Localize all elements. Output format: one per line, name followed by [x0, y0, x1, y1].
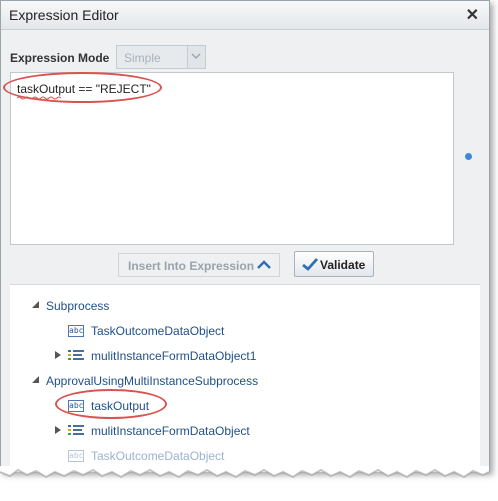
expression-mode-label: Expression Mode	[10, 51, 110, 65]
validate-button-label: Validate	[320, 258, 366, 272]
chevron-down-icon[interactable]	[187, 46, 205, 68]
expanded-triangle-icon[interactable]	[32, 376, 40, 384]
tree-node-task-outcome-2[interactable]: TaskOutcomeDataObject	[91, 449, 224, 463]
chevron-up-icon	[257, 260, 271, 269]
form-object-icon	[68, 425, 84, 437]
checkmark-icon	[302, 258, 318, 271]
tree-node-task-outcome[interactable]: TaskOutcomeDataObject	[91, 324, 224, 338]
collapsed-triangle-icon[interactable]	[54, 351, 62, 359]
dialog-body: Expression Mode Simple taskOutput == "RE…	[1, 30, 489, 472]
collapsed-triangle-icon[interactable]	[54, 426, 62, 434]
title-bar[interactable]: Expression Editor ✕	[1, 1, 489, 30]
dialog-title: Expression Editor	[9, 7, 119, 23]
expression-mode-select[interactable]: Simple	[116, 45, 206, 69]
expanded-triangle-icon[interactable]	[32, 301, 40, 309]
abc-icon: abc	[68, 325, 84, 337]
tree-node-multi-instance-form-1[interactable]: mulitInstanceFormDataObject1	[91, 349, 256, 363]
abc-icon: abc	[68, 450, 84, 462]
insert-into-expression-button[interactable]: Insert Into Expression	[118, 253, 280, 277]
expression-highlight-oval	[3, 72, 162, 103]
tree-node-subprocess[interactable]: Subprocess	[46, 299, 109, 313]
tree-node-multi-instance-form[interactable]: mulitInstanceFormDataObject	[91, 424, 250, 438]
expression-editor-dialog: Expression Editor ✕ Expression Mode Simp…	[0, 0, 490, 472]
torn-edge-decoration	[0, 466, 490, 479]
form-object-icon	[68, 350, 84, 362]
close-icon[interactable]: ✕	[466, 5, 479, 25]
expression-mode-value: Simple	[124, 51, 161, 65]
insert-button-label: Insert Into Expression	[128, 259, 255, 273]
tree-node-approval-subprocess[interactable]: ApprovalUsingMultiInstanceSubprocess	[46, 374, 258, 388]
task-output-highlight-oval	[55, 389, 167, 419]
variable-tree: Subprocess abc TaskOutcomeDataObject mul…	[10, 284, 480, 472]
splitter-handle[interactable]	[465, 153, 472, 160]
validate-button[interactable]: Validate	[294, 251, 374, 277]
